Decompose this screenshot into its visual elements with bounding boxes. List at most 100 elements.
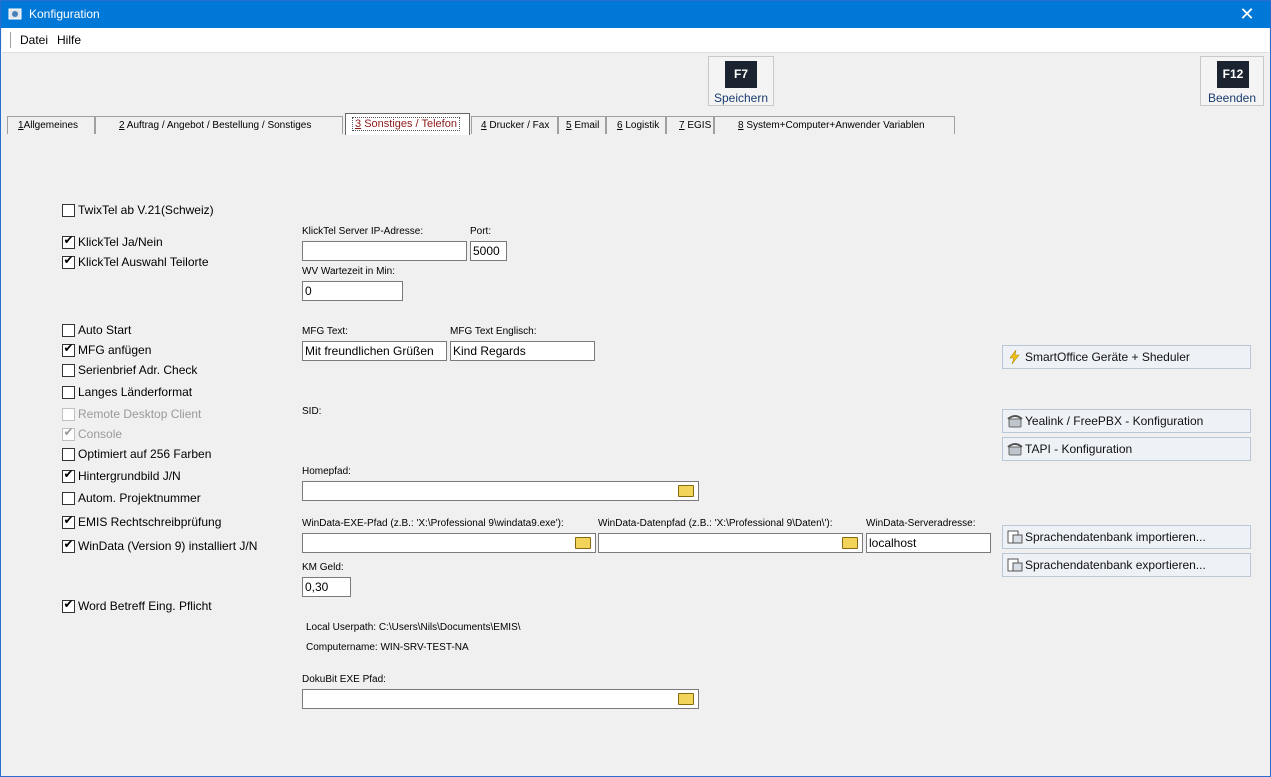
computername-info: Computername: WIN-SRV-TEST-NA bbox=[306, 642, 469, 653]
windata-server-input[interactable]: localhost bbox=[866, 533, 991, 553]
close-icon[interactable]: ✕ bbox=[1224, 1, 1270, 28]
import-language-button[interactable]: Sprachendatenbank importieren... bbox=[1002, 525, 1251, 549]
checkbox-label: Optimiert auf 256 Farben bbox=[78, 447, 212, 461]
tab-hotkey: 8 bbox=[738, 120, 744, 131]
f7-key-icon: F7 bbox=[725, 61, 757, 88]
checkbox-label: TwixTel ab V.21(Schweiz) bbox=[78, 203, 214, 217]
tab-label: Auftrag / Angebot / Bestellung / Sonstig… bbox=[126, 120, 312, 131]
tab-label: Allgemeines bbox=[23, 120, 79, 131]
tab-label: Email bbox=[574, 120, 600, 131]
mfg-text-en-input[interactable]: Kind Regards bbox=[450, 341, 595, 361]
windata-exe-input[interactable] bbox=[302, 533, 596, 553]
wv-wait-label: WV Wartezeit in Min: bbox=[302, 266, 395, 277]
checkmark-icon: ✔ bbox=[63, 597, 74, 611]
yealink-button[interactable]: Yealink / FreePBX - Konfiguration bbox=[1002, 409, 1251, 433]
tab-label: EGIS bbox=[687, 120, 712, 131]
tab-egis[interactable]: 7 EGIS bbox=[666, 116, 714, 134]
checkbox-label: Hintergrundbild J/N bbox=[78, 469, 181, 483]
checkbox-box[interactable] bbox=[62, 492, 75, 505]
checkmark-icon: ✔ bbox=[63, 341, 74, 355]
checkbox-label: Auto Start bbox=[78, 323, 132, 337]
quit-button[interactable]: F12 Beenden bbox=[1200, 56, 1264, 106]
checkmark-icon: ✔ bbox=[63, 253, 74, 267]
quit-label: Beenden bbox=[1207, 91, 1257, 105]
tab-hotkey: 7 bbox=[679, 120, 685, 131]
checkbox-box[interactable] bbox=[62, 204, 75, 217]
homepfad-label: Homepfad: bbox=[302, 466, 351, 477]
menu-bar: Datei Hilfe bbox=[2, 28, 1269, 53]
tab-label: Sonstiges / Telefon bbox=[364, 118, 457, 130]
tab-label: Logistik bbox=[625, 120, 660, 131]
tab-hotkey: 6 bbox=[617, 120, 623, 131]
menu-datei[interactable]: Datei bbox=[20, 33, 48, 47]
lightning-icon bbox=[1009, 350, 1020, 364]
tab-system-variablen[interactable]: 8 System+Computer+Anwender Variablen bbox=[714, 116, 955, 134]
config-window: Konfiguration ✕ Datei Hilfe F7 Speichern… bbox=[0, 0, 1271, 777]
save-label: Speichern bbox=[713, 91, 769, 105]
tab-label: System+Computer+Anwender Variablen bbox=[746, 120, 925, 131]
windata-server-label: WinData-Serveradresse: bbox=[866, 518, 976, 529]
export-language-button[interactable]: Sprachendatenbank exportieren... bbox=[1002, 553, 1251, 577]
checkbox-label: KlickTel Ja/Nein bbox=[78, 235, 163, 249]
checkbox-box[interactable] bbox=[62, 324, 75, 337]
checkmark-icon: ✔ bbox=[63, 513, 74, 527]
checkbox-label: WinData (Version 9) installiert J/N bbox=[78, 539, 258, 553]
checkbox-box[interactable] bbox=[62, 386, 75, 399]
tab-strip: 1Allgemeines 2 Auftrag / Angebot / Beste… bbox=[5, 113, 1267, 136]
windata-exe-label: WinData-EXE-Pfad (z.B.: 'X:\Professional… bbox=[302, 518, 564, 529]
folder-icon[interactable] bbox=[678, 485, 694, 497]
klicktel-ip-input[interactable] bbox=[302, 241, 467, 261]
windata-data-input[interactable] bbox=[598, 533, 863, 553]
checkbox-label: KlickTel Auswahl Teilorte bbox=[78, 255, 209, 269]
checkmark-icon: ✔ bbox=[63, 537, 74, 551]
tab-drucker-fax[interactable]: 4 Drucker / Fax bbox=[471, 116, 558, 134]
mfg-text-en-label: MFG Text Englisch: bbox=[450, 326, 537, 337]
tab-sonstiges-telefon[interactable]: 3 Sonstiges / Telefon bbox=[345, 113, 470, 135]
folder-icon[interactable] bbox=[678, 693, 694, 705]
tab-hotkey: 3 bbox=[355, 118, 362, 130]
checkbox-label: Word Betreff Eing. Pflicht bbox=[78, 599, 212, 613]
tab-hotkey: 4 bbox=[481, 120, 487, 131]
wv-wait-input[interactable]: 0 bbox=[302, 281, 403, 301]
dokubit-input[interactable] bbox=[302, 689, 699, 709]
checkbox-label: Serienbrief Adr. Check bbox=[78, 363, 198, 377]
mfg-text-label: MFG Text: bbox=[302, 326, 348, 337]
toolbar: F7 Speichern F12 Beenden bbox=[2, 53, 1269, 111]
klicktel-ip-label: KlickTel Server IP-Adresse: bbox=[302, 226, 424, 237]
km-geld-label: KM Geld: bbox=[302, 562, 344, 573]
f12-key-icon: F12 bbox=[1217, 61, 1249, 88]
phone-icon bbox=[1007, 443, 1023, 456]
tab-email[interactable]: 5 Email bbox=[558, 116, 606, 134]
save-button[interactable]: F7 Speichern bbox=[708, 56, 774, 106]
checkbox-box[interactable] bbox=[62, 364, 75, 377]
checkbox-label: Langes Länderformat bbox=[78, 385, 193, 399]
menu-grip bbox=[10, 32, 14, 48]
checkbox-box[interactable] bbox=[62, 408, 75, 421]
checkbox-label: EMIS Rechtschreibprüfung bbox=[78, 515, 222, 529]
checkbox-label: MFG anfügen bbox=[78, 343, 152, 357]
tab-logistik[interactable]: 6 Logistik bbox=[606, 116, 666, 134]
database-icon bbox=[1007, 558, 1023, 572]
userpath-info: Local Userpath: C:\Users\Nils\Documents\… bbox=[306, 622, 521, 633]
tab-hotkey: 2 bbox=[119, 120, 125, 131]
folder-icon[interactable] bbox=[575, 537, 591, 549]
homepfad-input[interactable] bbox=[302, 481, 699, 501]
tapi-button[interactable]: TAPI - Konfiguration bbox=[1002, 437, 1251, 461]
database-icon bbox=[1007, 530, 1023, 544]
km-geld-input[interactable]: 0,30 bbox=[302, 577, 351, 597]
phone-icon bbox=[1007, 415, 1023, 428]
checkmark-icon: ✔ bbox=[63, 425, 74, 439]
mfg-text-input[interactable]: Mit freundlichen Grüßen bbox=[302, 341, 447, 361]
checkbox-box[interactable] bbox=[62, 448, 75, 461]
menu-hilfe[interactable]: Hilfe bbox=[57, 33, 81, 47]
sid-label: SID: bbox=[302, 406, 322, 417]
window-title: Konfiguration bbox=[29, 7, 100, 21]
windata-data-label: WinData-Datenpfad (z.B.: 'X:\Professiona… bbox=[598, 518, 833, 529]
tab-label: Drucker / Fax bbox=[489, 120, 550, 131]
port-input[interactable]: 5000 bbox=[470, 241, 507, 261]
checkbox-label: Autom. Projektnummer bbox=[78, 491, 201, 505]
tab-allgemeines[interactable]: 1Allgemeines bbox=[7, 116, 95, 134]
smartoffice-button[interactable]: SmartOffice Geräte + Sheduler bbox=[1002, 345, 1251, 369]
folder-icon[interactable] bbox=[842, 537, 858, 549]
tab-auftrag[interactable]: 2 Auftrag / Angebot / Bestellung / Sonst… bbox=[95, 116, 343, 134]
